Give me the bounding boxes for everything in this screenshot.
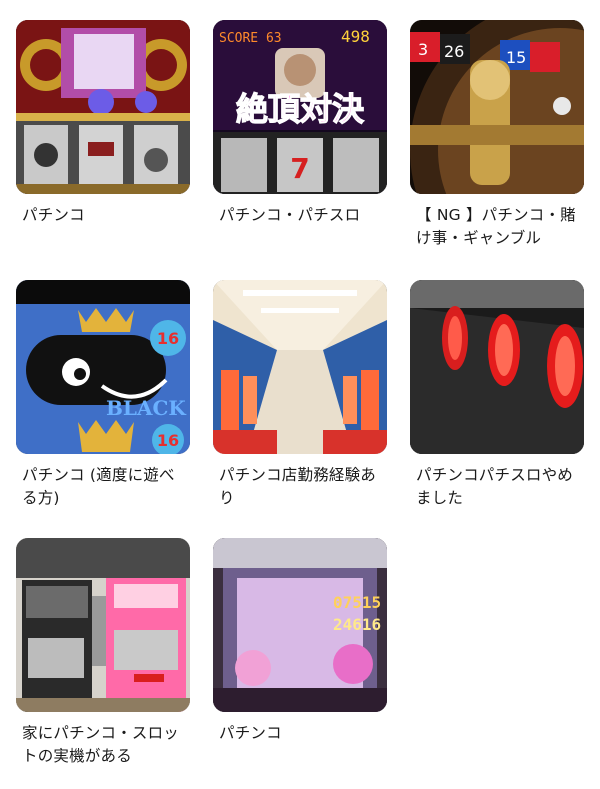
score-text: 498 — [341, 27, 370, 46]
community-thumbnail — [16, 20, 190, 194]
community-card[interactable]: 16 BLACK 16 パチンコ (適度に遊べる方) — [16, 280, 190, 510]
black-logo-text: BLACK — [106, 396, 186, 420]
community-card[interactable]: 07515 24616 パチンコ — [213, 538, 387, 745]
community-name: 【 NG 】パチンコ・賭け事・ギャンブル — [416, 206, 576, 247]
roulette-number: 3 — [418, 40, 428, 59]
counter-text: 24616 — [333, 615, 381, 634]
community-name: 家にパチンコ・スロットの実機がある — [22, 724, 180, 765]
community-card[interactable]: 家にパチンコ・スロットの実機がある — [16, 538, 190, 768]
number-16-badge: 16 — [157, 431, 179, 450]
home-slot-machines-icon — [16, 538, 190, 712]
roulette-number: 15 — [506, 48, 526, 67]
community-name: パチンコパチスロやめました — [416, 466, 574, 507]
roulette-number: 26 — [444, 42, 464, 61]
community-card[interactable]: SCORE 63 498 絶頂対決 7 パチンコ・パチスロ — [213, 20, 387, 227]
pachinko-screen-icon: 07515 24616 — [213, 538, 387, 712]
community-thumbnail — [213, 280, 387, 454]
counter-text: 07515 — [333, 593, 381, 612]
community-name: パチンコ — [219, 724, 282, 742]
number-16-badge: 16 — [157, 329, 179, 348]
community-name: パチンコ店勤務経験あり — [219, 466, 377, 507]
slot-machine-zetcho-icon: SCORE 63 498 絶頂対決 7 — [213, 20, 387, 194]
community-card[interactable]: パチンコ — [16, 20, 190, 227]
community-name: パチンコ・パチスロ — [219, 206, 361, 224]
svg-text:SCORE 63: SCORE 63 — [219, 31, 282, 46]
pachinko-parlor-aisle-icon — [213, 280, 387, 454]
community-name: パチンコ — [22, 206, 85, 224]
roulette-wheel-icon: 3 26 15 — [410, 20, 584, 194]
community-thumbnail: 16 BLACK 16 — [16, 280, 190, 454]
community-name: パチンコ (適度に遊べる方) — [22, 466, 175, 507]
community-thumbnail — [16, 538, 190, 712]
community-thumbnail: SCORE 63 498 絶頂対決 7 — [213, 20, 387, 194]
zetcho-text: 絶頂対決 — [236, 90, 364, 128]
community-thumbnail: 3 26 15 — [410, 20, 584, 194]
community-card[interactable]: 3 26 15 【 NG 】パチンコ・賭け事・ギャンブル — [410, 20, 584, 250]
svg-text:7: 7 — [290, 152, 309, 185]
black-cat-character-icon: 16 BLACK 16 — [16, 280, 190, 454]
community-thumbnail: 07515 24616 — [213, 538, 387, 712]
community-grid: パチンコ SCORE 63 498 絶頂対決 7 パチンコ・パチスロ 3 26 … — [0, 0, 600, 789]
slot-stop-buttons-icon — [410, 280, 584, 454]
slot-machine-reels-icon — [16, 20, 190, 194]
community-card[interactable]: パチンコ店勤務経験あり — [213, 280, 387, 510]
community-thumbnail — [410, 280, 584, 454]
community-card[interactable]: パチンコパチスロやめました — [410, 280, 584, 510]
